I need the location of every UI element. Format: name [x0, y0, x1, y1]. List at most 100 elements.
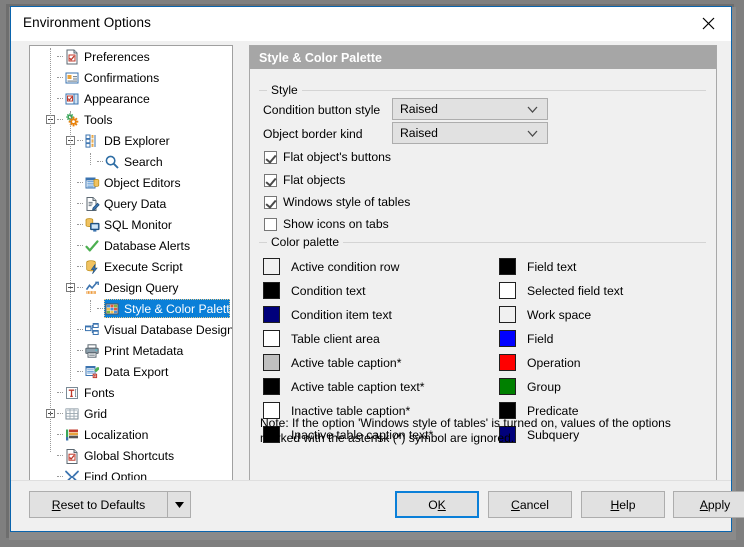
color-row-selected-field-text[interactable]: Selected field text — [499, 282, 623, 299]
color-row-table-client-area[interactable]: Table client area — [263, 330, 380, 347]
tree-item-search[interactable]: Search — [30, 151, 232, 172]
tree-guide-line — [90, 300, 92, 312]
condition-button-style-combo[interactable]: Raised — [392, 98, 548, 120]
tree-connector — [97, 307, 103, 310]
tree-connector — [77, 370, 83, 373]
dialog-button-bar: Reset to Defaults OK Cancel Help Apply — [11, 480, 744, 531]
flat-objects-checkbox[interactable]: Flat objects — [264, 173, 345, 187]
tree-item-label: Search — [124, 154, 163, 169]
tree-connector — [57, 97, 63, 100]
tree-item-execute-script[interactable]: Execute Script — [30, 256, 232, 277]
color-swatch[interactable] — [263, 354, 280, 371]
tree-item-sql-monitor[interactable]: SQL Monitor — [30, 214, 232, 235]
tree-connector — [57, 391, 63, 394]
color-swatch[interactable] — [499, 258, 516, 275]
tree-item-data-export[interactable]: Data Export — [30, 361, 232, 382]
tree-item-fonts[interactable]: Fonts — [30, 382, 232, 403]
tree-item-label: DB Explorer — [104, 133, 170, 148]
color-row-field[interactable]: Field — [499, 330, 553, 347]
flat-objects-buttons-checkbox[interactable]: Flat object's buttons — [264, 150, 391, 164]
color-swatch[interactable] — [499, 306, 516, 323]
cancel-label: Cancel — [511, 497, 549, 512]
tree-item-design-query[interactable]: Design Query — [30, 277, 232, 298]
cancel-button[interactable]: Cancel — [488, 491, 572, 518]
color-swatch[interactable] — [263, 330, 280, 347]
tree-item-print-metadata[interactable]: Print Metadata — [30, 340, 232, 361]
fonts-icon — [64, 385, 80, 401]
localization-icon — [64, 427, 80, 443]
global-shortcuts-icon — [64, 448, 80, 464]
color-row-active-table-caption-text[interactable]: Active table caption text* — [263, 378, 424, 395]
color-swatch-label: Group — [527, 379, 561, 394]
visual-database-designer-icon — [84, 322, 100, 338]
color-swatch[interactable] — [263, 306, 280, 323]
color-swatch[interactable] — [263, 258, 280, 275]
windows-style-of-tables-checkbox[interactable]: Windows style of tables — [264, 195, 410, 209]
tree-item-appearance[interactable]: Appearance — [30, 88, 232, 109]
appearance-icon — [64, 91, 80, 107]
reset-to-defaults-button[interactable]: Reset to Defaults — [29, 491, 168, 518]
sql-monitor-icon — [84, 217, 100, 233]
help-button[interactable]: Help — [581, 491, 665, 518]
color-row-operation[interactable]: Operation — [499, 354, 581, 371]
tree-item-label: Print Metadata — [104, 343, 184, 358]
tree-item-query-data[interactable]: Query Data — [30, 193, 232, 214]
tree-item-tools[interactable]: Tools — [30, 109, 232, 130]
tree-guide-line — [50, 48, 52, 452]
chevron-down-icon — [527, 130, 547, 137]
reset-to-defaults-dropdown-arrow[interactable] — [168, 491, 191, 518]
color-swatch-label: Active condition row — [291, 259, 400, 274]
object-border-kind-combo[interactable]: Raised — [392, 122, 548, 144]
tree-item-label: Execute Script — [104, 259, 183, 274]
tree-item-visual-database-designer[interactable]: Visual Database Designer — [30, 319, 232, 340]
options-tree[interactable]: Preferences Confirmations Appearance Tools D… — [29, 45, 233, 485]
color-swatch-label: Operation — [527, 355, 581, 370]
show-icons-on-tabs-checkbox[interactable]: Show icons on tabs — [264, 217, 389, 231]
color-swatch-label: Condition item text — [291, 307, 392, 322]
color-swatch[interactable] — [499, 378, 516, 395]
tree-item-confirmations[interactable]: Confirmations — [30, 67, 232, 88]
style-group: Style Condition button style Raised Obje… — [259, 83, 706, 231]
flat-objects-label: Flat objects — [283, 173, 346, 187]
window-title: Environment Options — [23, 15, 151, 30]
color-swatch[interactable] — [263, 378, 280, 395]
color-swatch-label: Table client area — [291, 331, 380, 346]
tree-item-db-explorer[interactable]: DB Explorer — [30, 130, 232, 151]
tree-connector — [77, 328, 83, 331]
tree-item-database-alerts[interactable]: Database Alerts — [30, 235, 232, 256]
tree-connector — [77, 244, 83, 247]
color-row-work-space[interactable]: Work space — [499, 306, 591, 323]
color-swatch-label: Field — [527, 331, 554, 346]
apply-button[interactable]: Apply — [673, 491, 744, 518]
tree-connector — [57, 454, 63, 457]
tree-item-localization[interactable]: Localization — [30, 424, 232, 445]
color-palette-group: Color palette Active condition row Condit… — [259, 235, 706, 443]
search-icon — [104, 154, 120, 170]
ok-button[interactable]: OK — [395, 491, 479, 518]
color-swatch[interactable] — [499, 282, 516, 299]
color-row-condition-text[interactable]: Condition text — [263, 282, 366, 299]
color-row-field-text[interactable]: Field text — [499, 258, 576, 275]
object-border-kind-value: Raised — [400, 126, 438, 140]
color-swatch[interactable] — [499, 330, 516, 347]
tree-item-preferences[interactable]: Preferences — [30, 46, 232, 67]
color-row-active-table-caption[interactable]: Active table caption* — [263, 354, 401, 371]
color-row-active-condition-row[interactable]: Active condition row — [263, 258, 399, 275]
color-row-group[interactable]: Group — [499, 378, 561, 395]
tree-item-object-editors[interactable]: Object Editors — [30, 172, 232, 193]
tree-item-label: Localization — [84, 427, 149, 442]
tree-item-global-shortcuts[interactable]: Global Shortcuts — [30, 445, 232, 466]
tree-item-grid[interactable]: Grid — [30, 403, 232, 424]
color-swatch[interactable] — [499, 354, 516, 371]
tree-item-style-color-palette[interactable]: Style & Color Palette — [30, 298, 232, 319]
checkbox-box — [264, 195, 277, 209]
tree-connector — [97, 160, 103, 163]
color-swatch-label: Field text — [527, 259, 577, 274]
style-color-palette-icon — [104, 301, 120, 317]
color-row-condition-item-text[interactable]: Condition item text — [263, 306, 392, 323]
color-swatch[interactable] — [263, 282, 280, 299]
panel-header: Style & Color Palette — [250, 46, 716, 69]
tree-guide-line — [90, 153, 92, 165]
tree-item-label: Object Editors — [104, 175, 181, 190]
close-icon[interactable] — [686, 7, 731, 39]
